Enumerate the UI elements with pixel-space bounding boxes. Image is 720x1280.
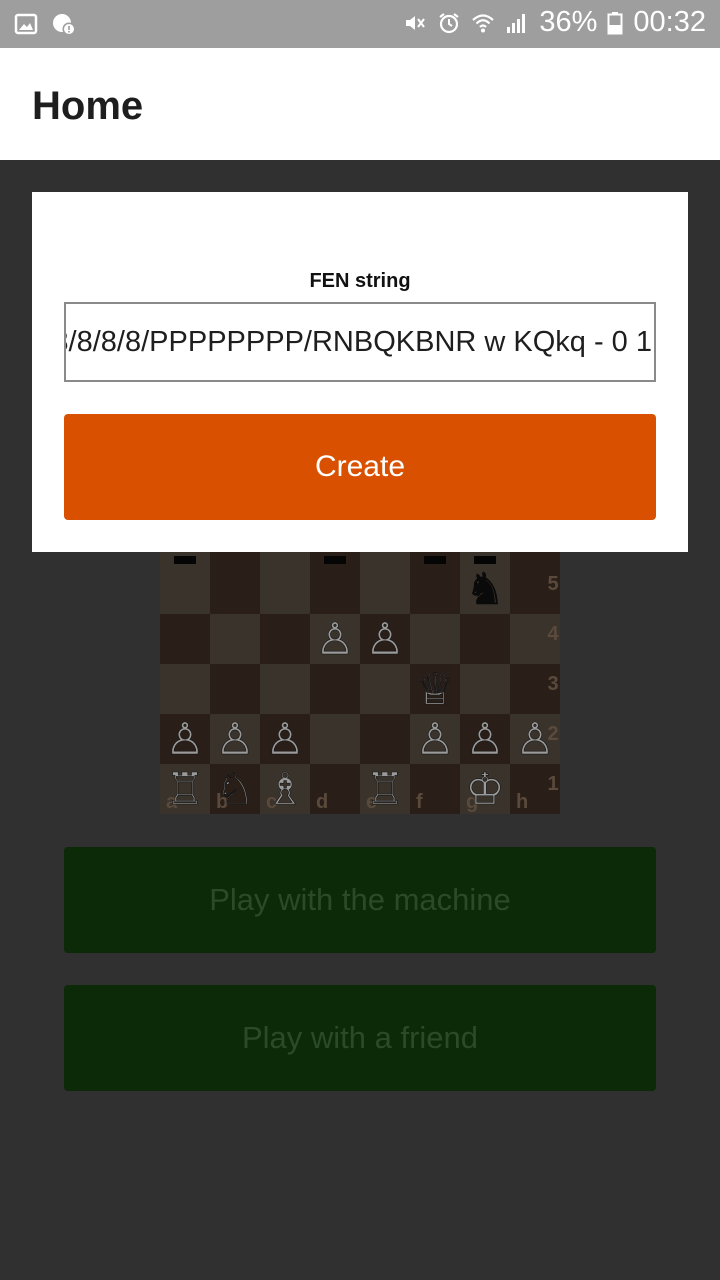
- chess-piece[interactable]: ♕: [415, 664, 455, 716]
- chess-piece-partial: [424, 556, 446, 564]
- chess-piece[interactable]: ♙: [515, 714, 555, 766]
- chat-alert-icon: [52, 12, 76, 36]
- chess-board[interactable]: 5 4 3 2 1 a b c d e f g h ♞ ♙ ♙ ♕ ♙ ♙ ♙ ♙ ♙ ♙ ♖ ♘ ♗ ♖ ♔: [160, 552, 560, 814]
- wifi-icon: [471, 11, 495, 35]
- board-square[interactable]: [160, 614, 210, 664]
- chess-piece-partial: [324, 556, 346, 564]
- board-square[interactable]: [160, 564, 210, 614]
- board-square[interactable]: [460, 664, 510, 714]
- fen-input[interactable]: [66, 304, 654, 380]
- file-label: f: [416, 791, 423, 813]
- gallery-icon: [14, 12, 38, 36]
- rank-label: 4: [547, 623, 559, 645]
- chess-piece[interactable]: ♙: [215, 714, 255, 766]
- board-square[interactable]: [460, 614, 510, 664]
- battery-icon: [607, 11, 623, 35]
- board-square[interactable]: [360, 664, 410, 714]
- status-bar: 36% 00:32: [0, 0, 720, 48]
- chess-piece[interactable]: ♙: [265, 714, 305, 766]
- board-square[interactable]: [210, 552, 260, 564]
- chess-piece[interactable]: ♙: [465, 714, 505, 766]
- fen-dialog: FEN string Create: [32, 192, 688, 552]
- board-square[interactable]: [160, 664, 210, 714]
- chess-piece-partial: [174, 556, 196, 564]
- board-square[interactable]: [310, 714, 360, 764]
- board-square[interactable]: [360, 564, 410, 614]
- rank-label: 3: [547, 673, 558, 695]
- play-machine-button[interactable]: Play with the machine: [64, 847, 656, 953]
- rank-label: 1: [547, 773, 558, 795]
- chess-piece-partial: [474, 556, 496, 564]
- page-title: Home: [32, 84, 144, 128]
- board-square[interactable]: [260, 614, 310, 664]
- chess-piece[interactable]: ♙: [165, 714, 205, 766]
- battery-percent: 36%: [539, 6, 598, 38]
- file-label: h: [516, 791, 528, 813]
- rank-label: 5: [547, 573, 558, 595]
- board-square[interactable]: [410, 614, 460, 664]
- chess-piece[interactable]: ♞: [465, 564, 505, 616]
- chess-piece[interactable]: ♙: [315, 614, 355, 666]
- board-square[interactable]: [210, 614, 260, 664]
- board-square[interactable]: [310, 664, 360, 714]
- alarm-icon: [437, 11, 461, 35]
- board-square[interactable]: [260, 664, 310, 714]
- board-square[interactable]: [360, 714, 410, 764]
- board-square[interactable]: [360, 552, 410, 564]
- board-square[interactable]: [210, 564, 260, 614]
- chess-piece[interactable]: ♙: [415, 714, 455, 766]
- chess-piece[interactable]: ♘: [215, 764, 255, 814]
- create-button[interactable]: Create: [64, 414, 656, 520]
- mute-icon: [403, 11, 427, 35]
- clock: 00:32: [633, 6, 706, 38]
- fen-label: FEN string: [309, 270, 411, 292]
- board-square[interactable]: [510, 552, 560, 564]
- chess-piece[interactable]: ♙: [365, 614, 405, 666]
- chess-piece[interactable]: ♖: [165, 764, 205, 814]
- board-square[interactable]: [260, 552, 310, 564]
- play-friend-button[interactable]: Play with a friend: [64, 985, 656, 1091]
- file-label: d: [316, 791, 328, 813]
- chess-piece[interactable]: ♖: [365, 764, 405, 814]
- fen-field[interactable]: [64, 302, 656, 382]
- board-square[interactable]: [410, 564, 460, 614]
- signal-icon: [505, 11, 529, 35]
- chess-piece[interactable]: ♗: [265, 764, 305, 814]
- board-square[interactable]: [310, 564, 360, 614]
- app-bar: Home: [0, 48, 720, 160]
- chess-piece[interactable]: ♔: [465, 764, 505, 814]
- board-square[interactable]: [260, 564, 310, 614]
- board-square[interactable]: [210, 664, 260, 714]
